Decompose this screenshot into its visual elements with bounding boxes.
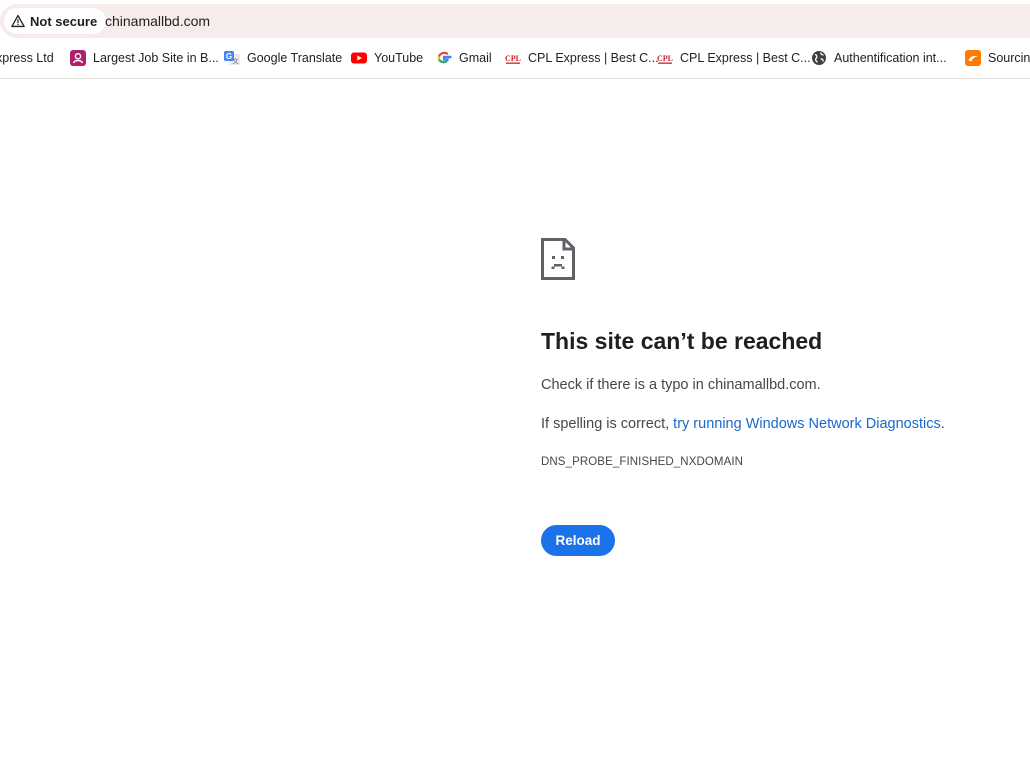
google-icon — [437, 51, 452, 64]
bookmark-label: CPL Express | Best C... — [528, 51, 659, 65]
sad-page-icon — [541, 238, 575, 280]
spelling-suffix: . — [940, 416, 945, 432]
reload-button[interactable]: Reload — [541, 525, 615, 556]
bookmark-authentification[interactable]: Authentification int... — [811, 47, 947, 69]
bookmark-xpress[interactable]: xpress Ltd — [0, 47, 54, 69]
bookmark-cpl-express-2[interactable]: CPL CPL Express | Best C... — [657, 47, 811, 69]
error-title: This site can’t be reached — [541, 328, 823, 354]
bookmark-label: Google Translate — [247, 51, 343, 65]
error-page: This site can’t be reached Check if ther… — [541, 238, 1001, 556]
diagnostics-suggestion: If spelling is correct, try running Wind… — [541, 416, 945, 432]
svg-text:CPL: CPL — [505, 54, 521, 63]
cpl-icon: CPL — [505, 54, 521, 64]
bookmark-job-site[interactable]: Largest Job Site in B... — [70, 47, 219, 69]
browser-chrome: Not secure chinamallbd.com xpress Ltd La… — [0, 0, 1030, 79]
bookmark-label: xpress Ltd — [0, 51, 54, 65]
svg-text:文: 文 — [232, 58, 238, 66]
security-chip[interactable]: Not secure — [4, 8, 107, 34]
bookmark-label: Largest Job Site in B... — [93, 51, 219, 65]
youtube-icon — [351, 52, 367, 64]
google-translate-icon: G 文 — [224, 51, 240, 66]
spelling-prefix: If spelling is correct, — [541, 416, 674, 432]
bookmark-label: Sourcing — [988, 51, 1030, 65]
bookmark-label: Authentification int... — [834, 51, 947, 65]
alibaba-icon — [965, 50, 981, 66]
security-label: Not secure — [30, 13, 98, 29]
cpl-icon: CPL — [657, 54, 673, 64]
svg-text:G: G — [226, 52, 232, 61]
bookmark-google-translate[interactable]: G 文 Google Translate — [224, 47, 342, 69]
bookmarks-bar: xpress Ltd Largest Job Site in B... G 文 … — [0, 47, 1030, 69]
warning-icon — [11, 14, 25, 28]
error-code: DNS_PROBE_FINISHED_NXDOMAIN — [541, 456, 744, 468]
url-text[interactable]: chinamallbd.com — [105, 13, 210, 29]
diagnostics-link[interactable]: try running Windows Network Diagnostics — [673, 416, 941, 432]
address-bar[interactable]: Not secure chinamallbd.com — [0, 4, 1030, 38]
bookmark-sourcing[interactable]: Sourcing — [965, 47, 1030, 69]
bookmark-gmail[interactable]: Gmail — [436, 47, 492, 69]
job-site-icon — [70, 50, 86, 66]
bookmark-youtube[interactable]: YouTube — [351, 47, 423, 69]
typo-suggestion: Check if there is a typo in chinamallbd.… — [541, 377, 821, 393]
bookmark-label: Gmail — [459, 51, 492, 65]
bookmark-label: YouTube — [374, 51, 424, 65]
bookmark-label: CPL Express | Best C... — [680, 51, 811, 65]
svg-text:CPL: CPL — [657, 54, 673, 63]
bookmark-cpl-express-1[interactable]: CPL CPL Express | Best C... — [505, 47, 659, 69]
globe-icon — [812, 51, 826, 65]
